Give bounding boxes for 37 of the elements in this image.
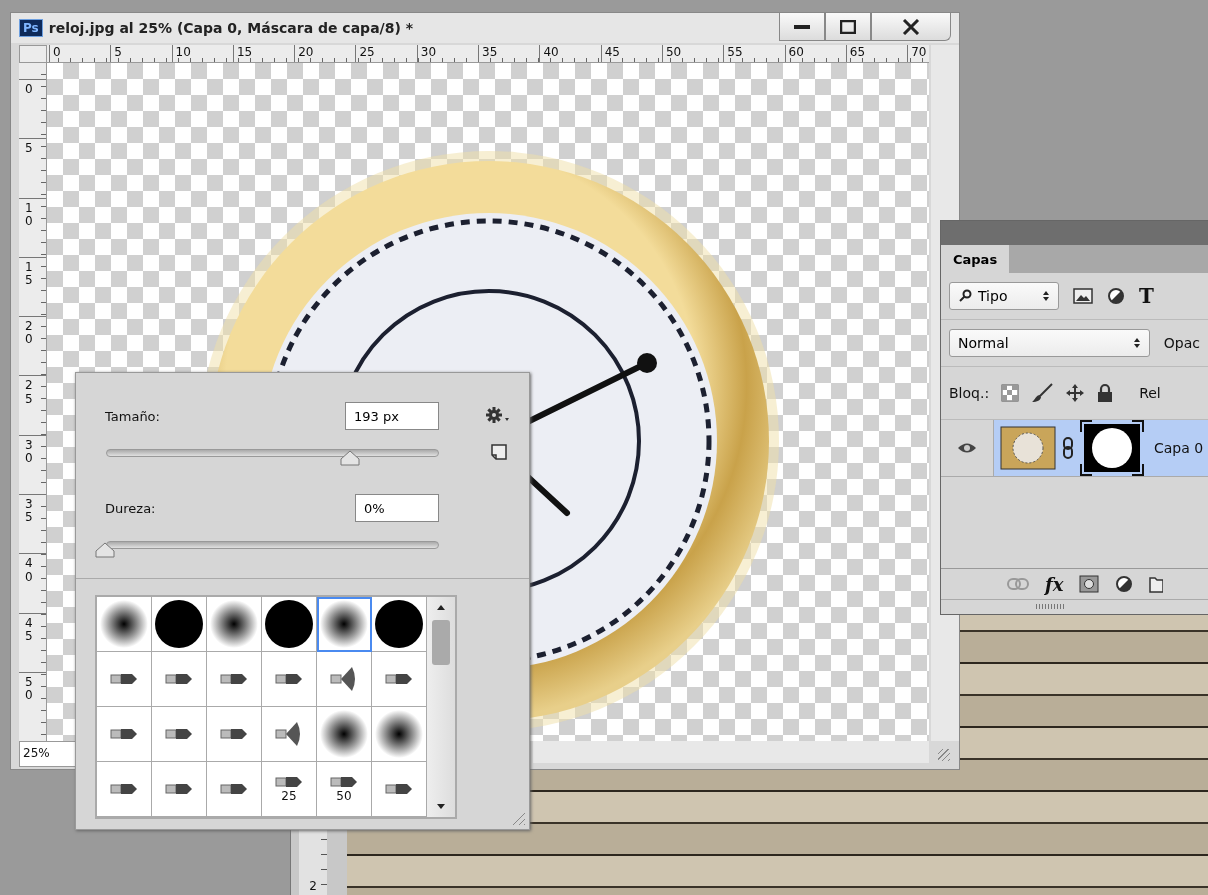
ruler-label: 5 — [114, 45, 122, 59]
ruler-label: 40 — [25, 557, 33, 584]
ruler-label: 65 — [849, 45, 866, 59]
ruler-label: 15 — [236, 45, 253, 59]
hardness-label: Dureza: — [105, 500, 157, 516]
ruler-label: 35 — [482, 45, 498, 59]
ruler-label: 30 — [420, 45, 437, 59]
ruler-label: 20 — [298, 45, 314, 59]
size-label: Tamaño: — [105, 408, 161, 424]
ruler-label: 0 — [53, 45, 61, 59]
ruler-label: 0 — [25, 83, 33, 97]
window-title: reloj.jpg al 25% (Capa 0, Máscara de capa/8) * — [48, 20, 414, 36]
ruler-label: 70 — [911, 45, 927, 59]
ruler-label: 15 — [25, 260, 33, 288]
ruler-label: 10 — [25, 201, 33, 228]
opacity-label: Opac — [1163, 335, 1200, 351]
ruler-label: 10 — [175, 45, 191, 59]
fill-label: Rel — [1139, 385, 1161, 401]
ruler-label: 25 — [25, 379, 33, 406]
ruler-label: 50 — [665, 45, 682, 59]
ruler-label: 45 — [604, 45, 620, 59]
ruler-label: 5 — [25, 142, 33, 156]
ruler-label: 55 — [727, 45, 743, 59]
ruler-label: 35 — [25, 498, 33, 525]
ruler-label: 60 — [788, 45, 804, 59]
ruler-label: 50 — [25, 675, 33, 703]
brush-size-label: 25 — [281, 789, 297, 803]
ruler-label: 25 — [359, 45, 375, 59]
brush-size-label: 50 — [336, 789, 352, 803]
ruler-label: 20 — [25, 320, 33, 347]
lock-label: Bloq.: — [949, 385, 990, 401]
ruler-label: 2 — [309, 879, 317, 893]
app-icon: Ps — [19, 19, 43, 37]
ruler-label: 30 — [25, 438, 33, 466]
ruler-label: 40 — [543, 45, 559, 59]
layer-name: Capa 0 — [1154, 440, 1204, 456]
ruler-label: 45 — [25, 616, 33, 644]
